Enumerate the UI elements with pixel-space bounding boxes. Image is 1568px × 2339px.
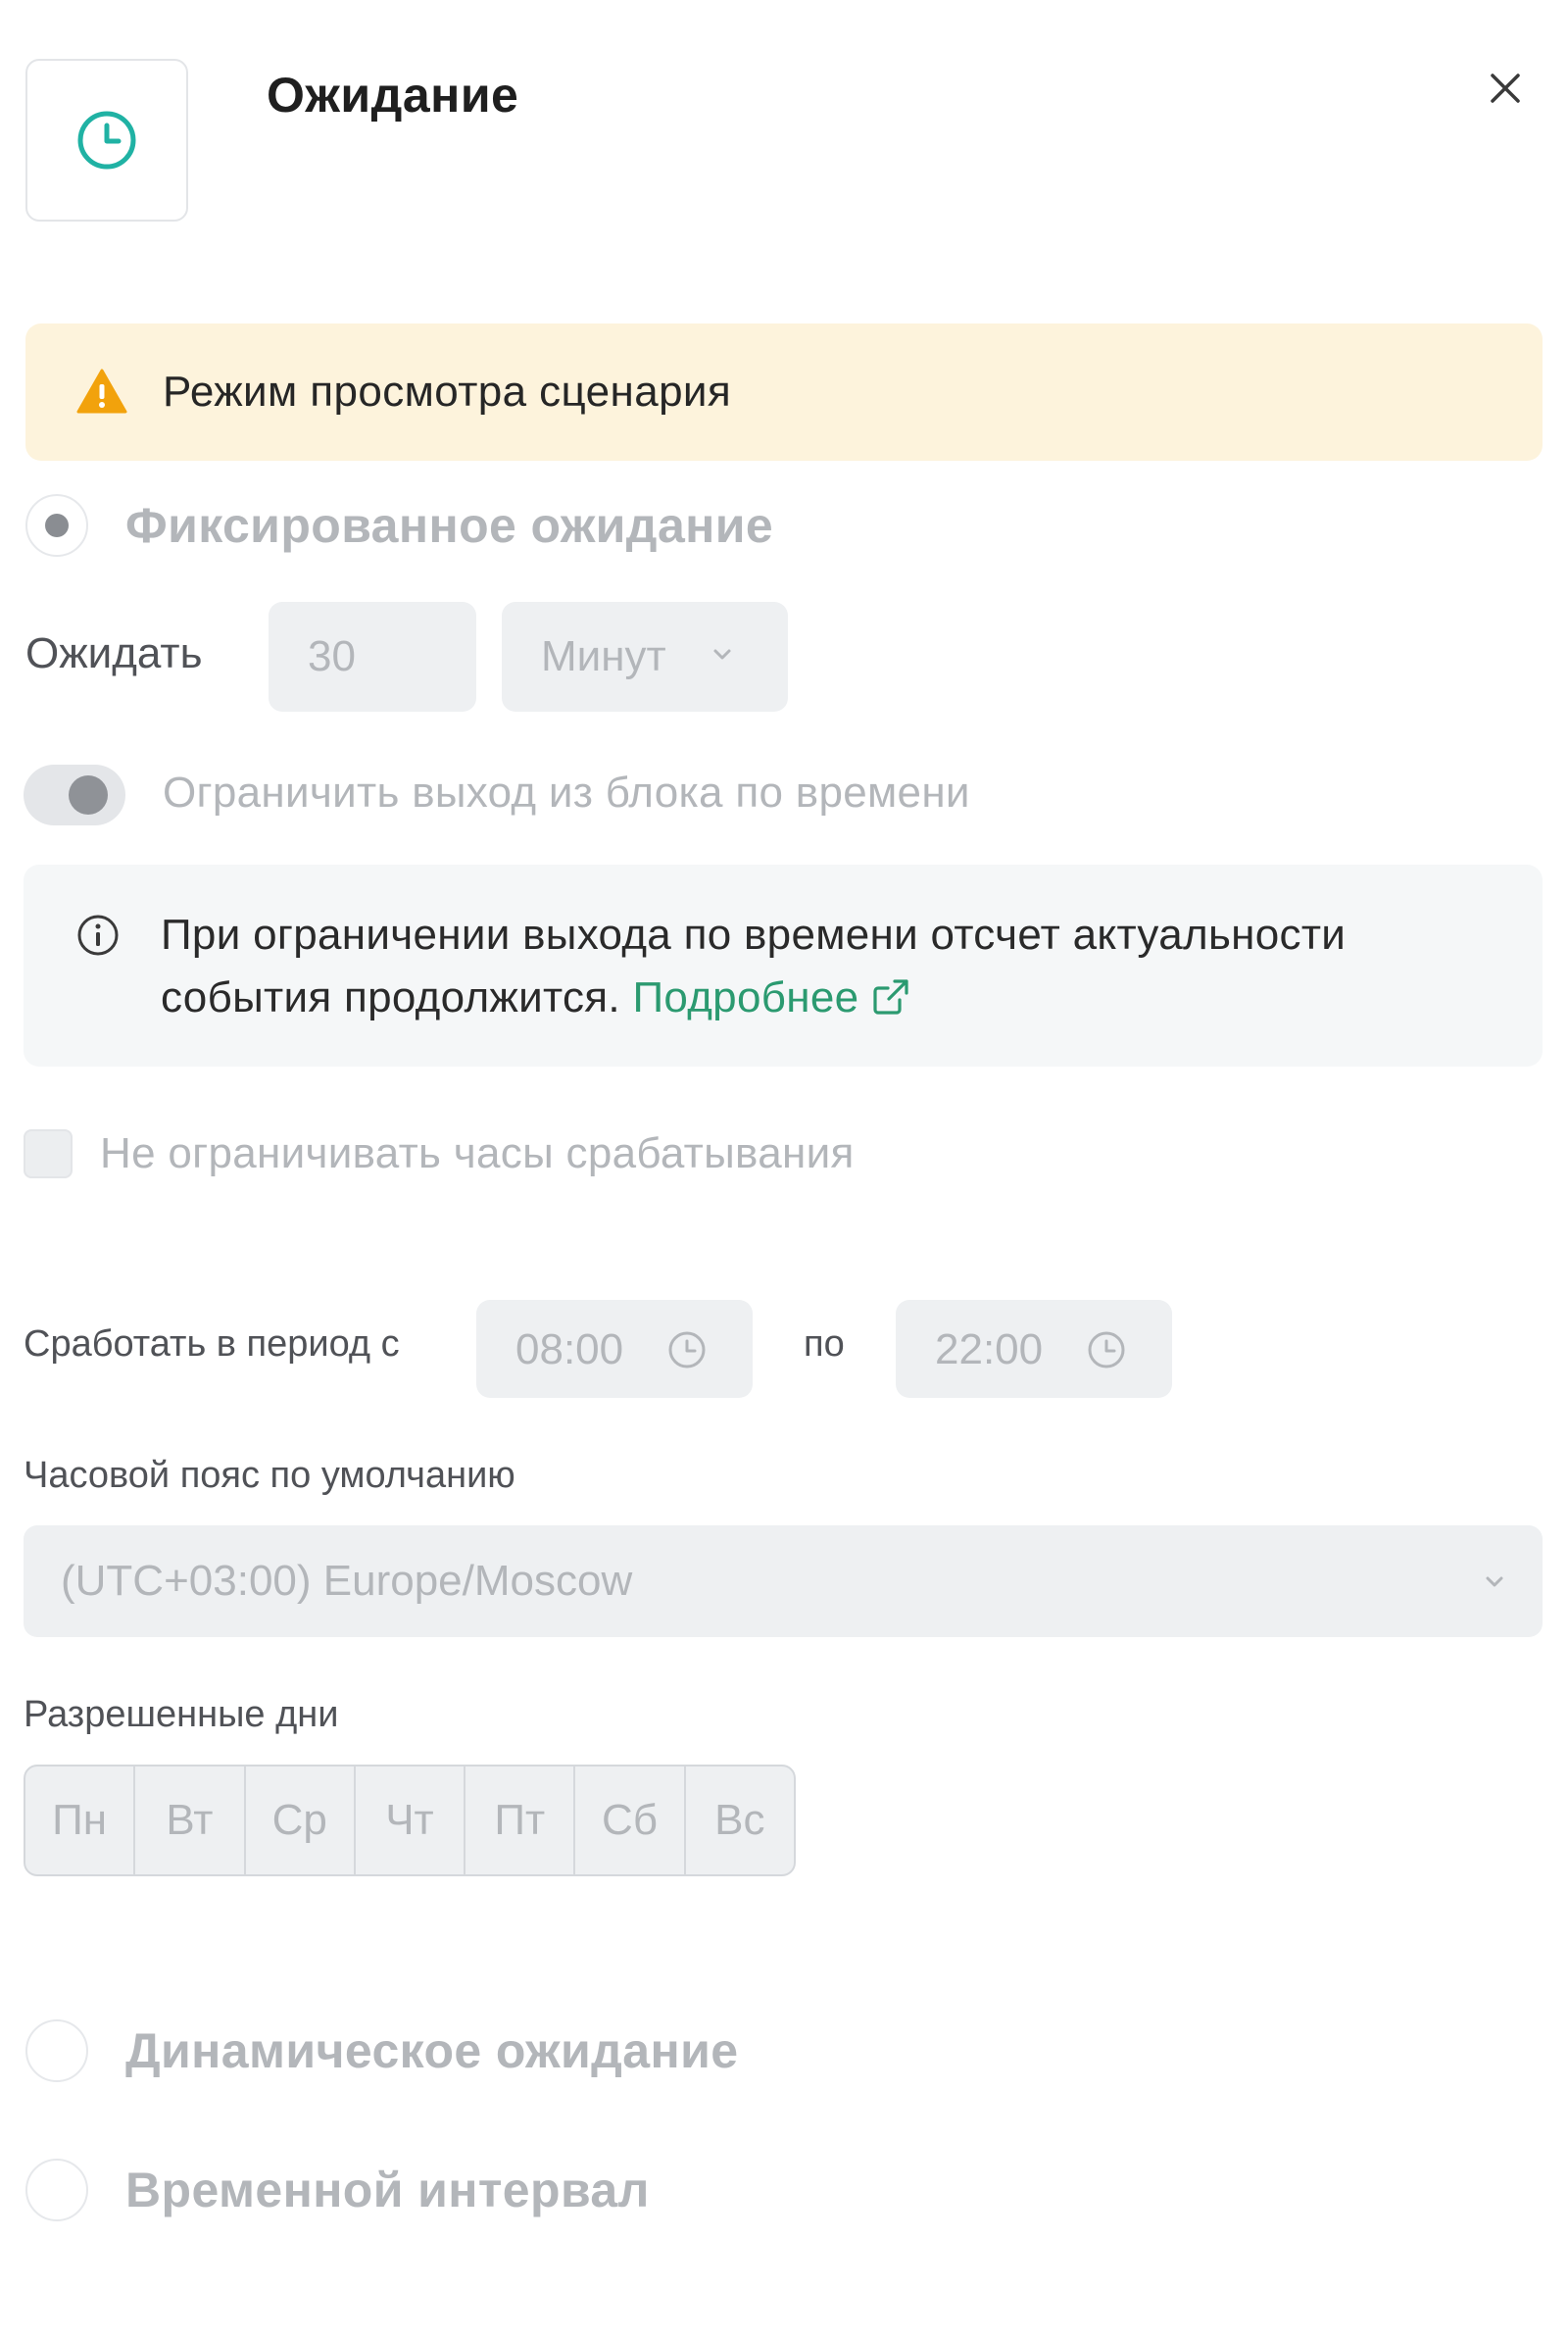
panel-title: Ожидание (267, 68, 519, 123)
timezone-label: Часовой пояс по умолчанию (24, 1455, 515, 1496)
info-text-block: При ограничении выхода по времени отсчет… (161, 904, 1494, 1029)
dynamic-wait-option[interactable]: Динамическое ожидание (25, 2019, 738, 2082)
day-thu[interactable]: Чт (356, 1767, 466, 1874)
close-icon (1491, 74, 1520, 103)
day-sat[interactable]: Сб (575, 1767, 686, 1874)
limit-exit-label: Ограничить выход из блока по времени (163, 769, 970, 817)
period-label: Сработать в период с (24, 1323, 400, 1365)
info-icon (77, 915, 119, 956)
more-link[interactable]: Подробнее (632, 973, 858, 1021)
day-sun[interactable]: Вс (686, 1767, 794, 1874)
wait-block-panel: Ожидание Режим просмотра сценария Фиксир… (0, 0, 1568, 2339)
clock-icon (1088, 1331, 1125, 1369)
time-interval-radio[interactable] (25, 2159, 88, 2221)
dynamic-wait-radio[interactable] (25, 2019, 88, 2082)
time-interval-option[interactable]: Временной интервал (25, 2159, 650, 2221)
timezone-value: (UTC+03:00) Europe/Moscow (61, 1557, 633, 1605)
day-fri[interactable]: Пт (466, 1767, 576, 1874)
allowed-days-label: Разрешенные дни (24, 1694, 339, 1735)
fixed-wait-option[interactable]: Фиксированное ожидание (25, 494, 773, 557)
wait-unit-select[interactable]: Минут (502, 602, 788, 712)
chevron-down-icon (1486, 1576, 1503, 1587)
chevron-down-icon (713, 649, 731, 660)
wait-label: Ожидать (25, 629, 203, 677)
period-to-label: по (804, 1323, 845, 1365)
wait-duration-value: 30 (308, 632, 356, 680)
fixed-wait-label: Фиксированное ожидание (125, 498, 774, 553)
dynamic-wait-label: Динамическое ожидание (125, 2023, 739, 2078)
external-link-icon[interactable] (870, 976, 911, 1018)
wait-unit-value: Минут (541, 632, 666, 680)
allowed-days-selector: Пн Вт Ср Чт Пт Сб Вс (24, 1765, 796, 1876)
no-limit-hours-label: Не ограничивать часы срабатывания (100, 1129, 855, 1177)
wait-duration-input[interactable]: 30 (269, 602, 476, 712)
period-from-input[interactable]: 08:00 (476, 1300, 753, 1398)
block-icon-box (25, 59, 188, 222)
view-mode-banner: Режим просмотра сценария (25, 323, 1543, 461)
day-tue[interactable]: Вт (135, 1767, 246, 1874)
timezone-select[interactable]: (UTC+03:00) Europe/Moscow (24, 1525, 1543, 1637)
limit-exit-toggle[interactable] (24, 765, 125, 825)
period-from-value: 08:00 (515, 1325, 624, 1373)
banner-text: Режим просмотра сценария (163, 368, 732, 416)
day-wed[interactable]: Ср (246, 1767, 356, 1874)
no-limit-hours-checkbox[interactable] (24, 1129, 73, 1178)
fixed-wait-radio[interactable] (25, 494, 88, 557)
time-interval-label: Временной интервал (125, 2163, 650, 2217)
clock-icon (77, 111, 136, 170)
period-to-value: 22:00 (935, 1325, 1044, 1373)
close-button[interactable] (1478, 61, 1533, 116)
info-box: При ограничении выхода по времени отсчет… (24, 865, 1543, 1067)
warning-triangle-icon (76, 369, 127, 414)
day-mon[interactable]: Пн (25, 1767, 136, 1874)
clock-icon (668, 1331, 706, 1369)
period-to-input[interactable]: 22:00 (896, 1300, 1172, 1398)
